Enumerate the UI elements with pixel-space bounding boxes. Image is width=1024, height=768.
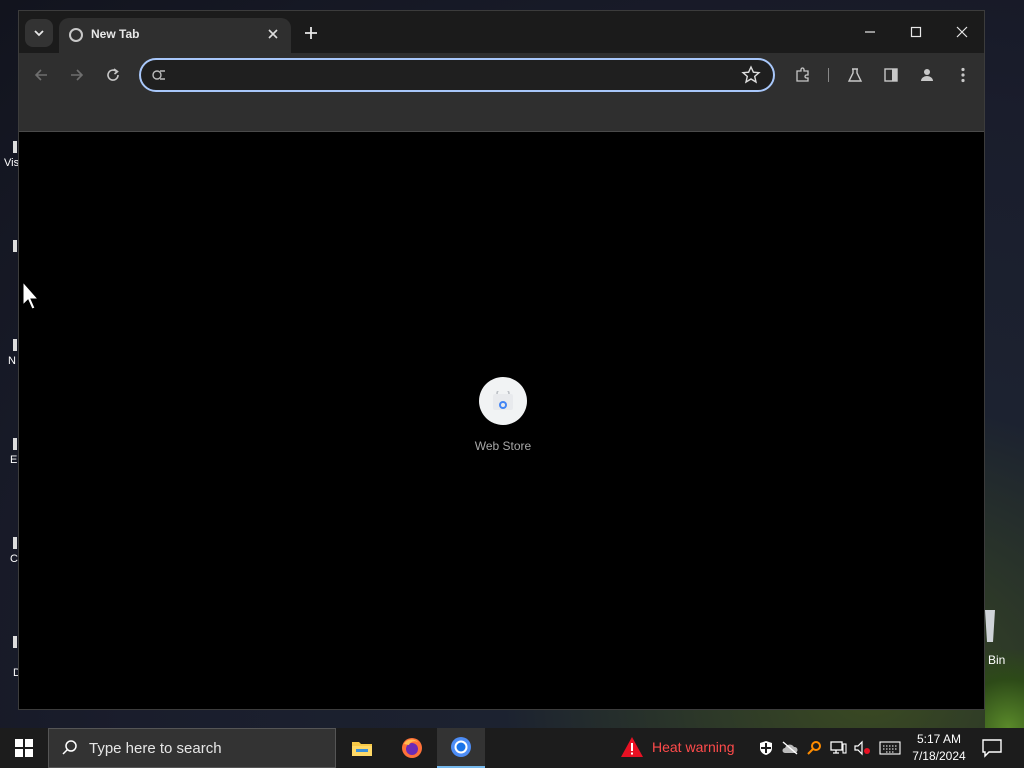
browser-toolbar	[19, 53, 984, 97]
clock-time: 5:17 AM	[916, 732, 962, 746]
chevron-down-icon	[34, 30, 44, 37]
plus-icon	[305, 27, 317, 39]
desktop-icon[interactable]	[13, 240, 17, 252]
address-input[interactable]	[171, 64, 731, 86]
tab-new-tab[interactable]: New Tab	[59, 18, 291, 53]
key-icon[interactable]	[805, 738, 823, 758]
new-tab-page: Web Store	[19, 132, 984, 709]
minimize-icon	[865, 31, 875, 33]
forward-button[interactable]	[65, 63, 89, 87]
desktop-icon-label: N	[8, 355, 16, 367]
shortcut-web-store[interactable]: Web Store	[467, 377, 539, 453]
browser-window: New Tab Web Store	[18, 10, 985, 710]
taskbar-app-file-explorer[interactable]	[338, 728, 386, 768]
arrow-right-icon	[71, 69, 84, 81]
person-icon	[921, 69, 933, 81]
profile-button[interactable]	[915, 63, 939, 87]
taskbar-app-chrome[interactable]	[437, 728, 485, 768]
shortcut-label: Web Store	[474, 439, 532, 453]
cloud-offline-icon[interactable]	[781, 738, 799, 758]
desktop-icon[interactable]	[13, 141, 17, 153]
flask-icon	[847, 68, 863, 82]
keyboard-icon[interactable]	[878, 738, 902, 758]
side-panel-icon	[884, 68, 898, 82]
minimize-button[interactable]	[855, 18, 885, 46]
start-button[interactable]	[0, 728, 48, 768]
address-bar[interactable]	[139, 58, 775, 92]
folder-icon	[352, 742, 372, 756]
arrow-left-icon	[34, 69, 47, 81]
taskbar: Type here to search Heat warning 5:17 AM…	[0, 728, 1024, 768]
notification-icon[interactable]	[980, 736, 1004, 760]
search-icon	[62, 740, 77, 755]
windows-icon	[15, 739, 33, 757]
chrome-icon	[451, 737, 471, 757]
side-panel-button[interactable]	[879, 63, 903, 87]
search-placeholder: Type here to search	[89, 739, 222, 757]
back-button[interactable]	[29, 63, 53, 87]
recycle-bin-icon[interactable]	[985, 610, 995, 642]
toolbar-separator	[828, 68, 829, 82]
recycle-bin-label: Bin	[988, 653, 1006, 667]
page-info-icon[interactable]	[151, 67, 167, 83]
network-icon[interactable]	[829, 738, 847, 758]
desktop-icon[interactable]	[13, 636, 17, 648]
heat-warning-icon	[621, 737, 643, 757]
close-icon	[956, 26, 968, 38]
system-clock[interactable]: 5:17 AM 7/18/2024	[905, 731, 973, 765]
weather-widget[interactable]: Heat warning	[620, 736, 735, 758]
desktop-icon-label: E	[10, 454, 18, 466]
defender-icon[interactable]	[757, 738, 775, 758]
weather-label: Heat warning	[652, 739, 735, 755]
desktop-left-icons: Vis N E C D	[0, 0, 21, 728]
volume-muted-icon[interactable]	[853, 738, 871, 758]
more-vert-icon	[961, 67, 965, 83]
mouse-cursor-icon	[22, 281, 40, 310]
close-icon[interactable]	[263, 24, 283, 44]
tab-title: New Tab	[91, 27, 140, 41]
desktop-icon[interactable]	[13, 438, 17, 450]
puzzle-icon	[796, 67, 809, 82]
shortcut-icon-circle	[479, 377, 527, 425]
globe-icon	[69, 28, 83, 42]
clock-date: 7/18/2024	[912, 749, 966, 763]
star-icon[interactable]	[741, 65, 761, 85]
taskbar-app-firefox[interactable]	[388, 728, 436, 768]
new-tab-button[interactable]	[299, 21, 323, 45]
close-window-button[interactable]	[947, 18, 977, 46]
maximize-icon	[910, 26, 922, 38]
desktop-icon[interactable]	[13, 339, 17, 351]
taskbar-search-box[interactable]: Type here to search	[48, 728, 336, 768]
bookmarks-bar	[19, 97, 984, 132]
labs-button[interactable]	[843, 63, 867, 87]
title-bar: New Tab	[19, 11, 984, 53]
menu-button[interactable]	[951, 63, 975, 87]
maximize-button[interactable]	[901, 18, 931, 46]
reload-button[interactable]	[101, 63, 125, 87]
web-store-icon	[493, 391, 513, 410]
tab-search-button[interactable]	[25, 19, 53, 47]
reload-icon	[107, 68, 119, 81]
desktop-icon-label: C	[10, 553, 18, 565]
desktop-icon[interactable]	[13, 537, 17, 549]
firefox-icon	[402, 738, 422, 758]
extensions-button[interactable]	[791, 63, 815, 87]
desktop-icon-label: Vis	[4, 157, 20, 169]
